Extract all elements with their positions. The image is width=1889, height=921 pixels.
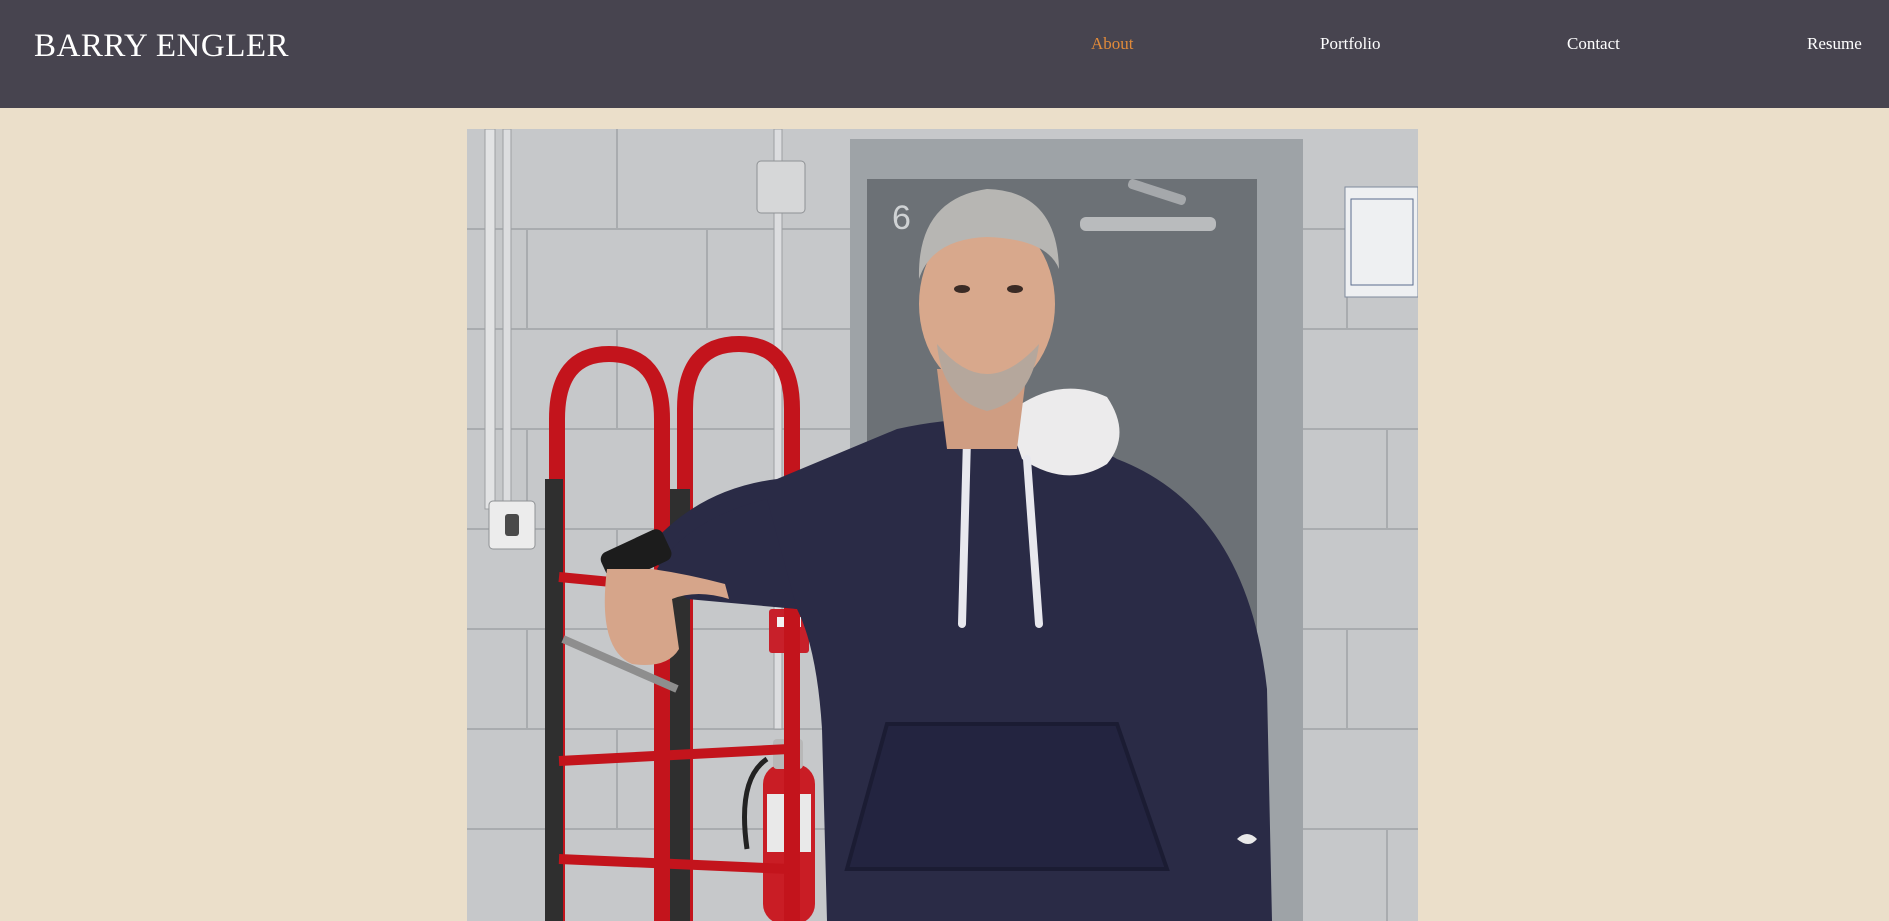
- hero-portrait-photo: 6: [467, 129, 1418, 921]
- site-header: BARRY ENGLER About Portfolio Contact Res…: [0, 0, 1889, 108]
- nav-contact[interactable]: Contact: [1567, 34, 1620, 54]
- nav-portfolio[interactable]: Portfolio: [1320, 34, 1380, 54]
- door-number-label: 6: [892, 199, 911, 237]
- site-brand[interactable]: BARRY ENGLER: [34, 28, 289, 65]
- nav-resume[interactable]: Resume: [1807, 34, 1862, 54]
- nav-about[interactable]: About: [1091, 34, 1134, 54]
- portrait-illustration: 6: [467, 129, 1418, 921]
